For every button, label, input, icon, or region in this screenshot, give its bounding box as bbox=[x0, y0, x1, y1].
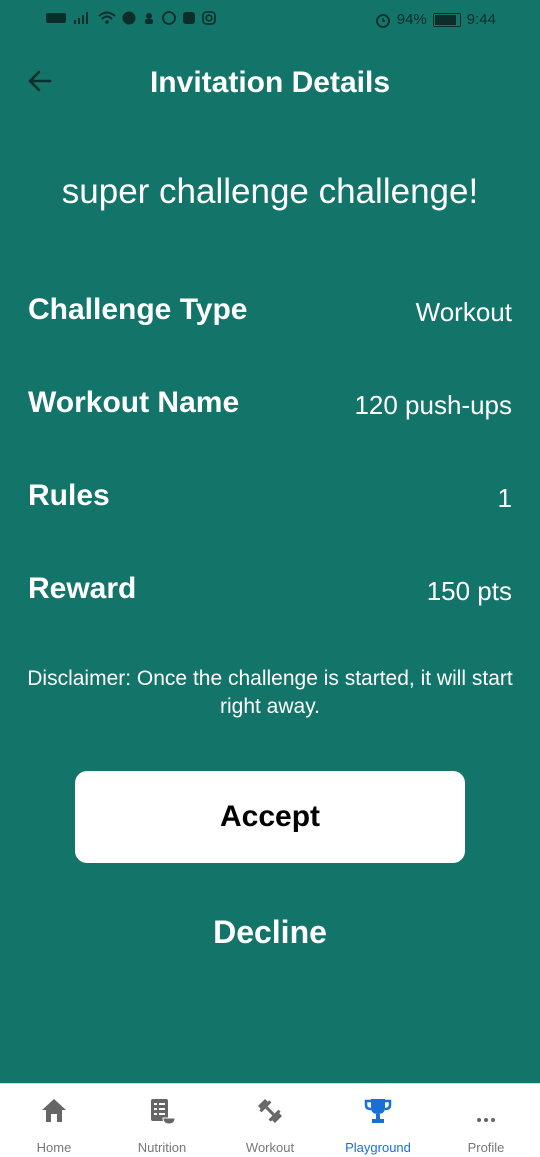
instagram-icon bbox=[202, 11, 216, 25]
nav-item-playground[interactable]: Playground bbox=[324, 1084, 432, 1157]
nav-item-workout[interactable]: Workout bbox=[216, 1084, 324, 1157]
detail-row-reward: Reward 150 pts bbox=[28, 572, 512, 616]
nav-item-nutrition[interactable]: Nutrition bbox=[108, 1084, 216, 1157]
alarm-icon bbox=[375, 13, 390, 28]
nav-label: Home bbox=[36, 1140, 72, 1155]
decline-button[interactable]: Decline bbox=[170, 914, 370, 964]
nutrition-icon bbox=[151, 1099, 176, 1125]
detail-label: Challenge Type bbox=[28, 293, 248, 326]
bottom-nav: Home Nutrition Workout Playground Profil… bbox=[0, 1083, 540, 1157]
volte-icon bbox=[46, 13, 66, 23]
detail-row-rules: Rules 1 bbox=[28, 479, 512, 523]
nav-label: Playground bbox=[345, 1140, 411, 1155]
whatsapp-icon bbox=[162, 11, 176, 25]
nav-item-profile[interactable]: Profile bbox=[432, 1084, 540, 1157]
page-title: Invitation Details bbox=[149, 66, 391, 99]
detail-label: Rules bbox=[28, 479, 110, 512]
nav-label: Nutrition bbox=[137, 1140, 187, 1155]
detail-value: 1 bbox=[497, 483, 512, 513]
status-right: 94% 9:44 bbox=[375, 11, 496, 28]
status-icons bbox=[46, 11, 216, 25]
detail-label: Workout Name bbox=[28, 386, 240, 419]
accept-button[interactable]: Accept bbox=[75, 771, 465, 863]
trophy-icon bbox=[364, 1099, 392, 1123]
clock: 9:44 bbox=[466, 11, 496, 28]
detail-row-workout-name: Workout Name 120 push-ups bbox=[28, 386, 512, 430]
status-bar: 94% 9:44 bbox=[0, 0, 540, 40]
detail-label: Reward bbox=[28, 572, 137, 605]
detail-value: 150 pts bbox=[426, 576, 512, 606]
nav-item-home[interactable]: Home bbox=[0, 1084, 108, 1157]
wifi-icon bbox=[98, 11, 116, 24]
detail-value: Workout bbox=[415, 297, 512, 327]
battery-percent: 94% bbox=[396, 11, 427, 28]
app-notification-icon bbox=[122, 11, 136, 25]
detail-row-challenge-type: Challenge Type Workout bbox=[28, 293, 512, 337]
app-notification-icon-2 bbox=[145, 13, 153, 24]
app-header: Invitation Details bbox=[0, 55, 540, 115]
dumbbell-icon bbox=[257, 1098, 283, 1124]
home-icon bbox=[42, 1099, 66, 1122]
disclaimer-text: Disclaimer: Once the challenge is starte… bbox=[27, 667, 513, 718]
nav-label: Profile bbox=[467, 1140, 505, 1155]
nav-label: Workout bbox=[245, 1140, 295, 1155]
detail-value: 120 push-ups bbox=[354, 390, 512, 420]
challenge-name: super challenge challenge! bbox=[61, 172, 479, 211]
app-notification-icon-3 bbox=[183, 12, 195, 24]
battery-icon bbox=[432, 12, 461, 27]
more-icon bbox=[477, 1118, 495, 1122]
signal-icon bbox=[74, 12, 88, 24]
